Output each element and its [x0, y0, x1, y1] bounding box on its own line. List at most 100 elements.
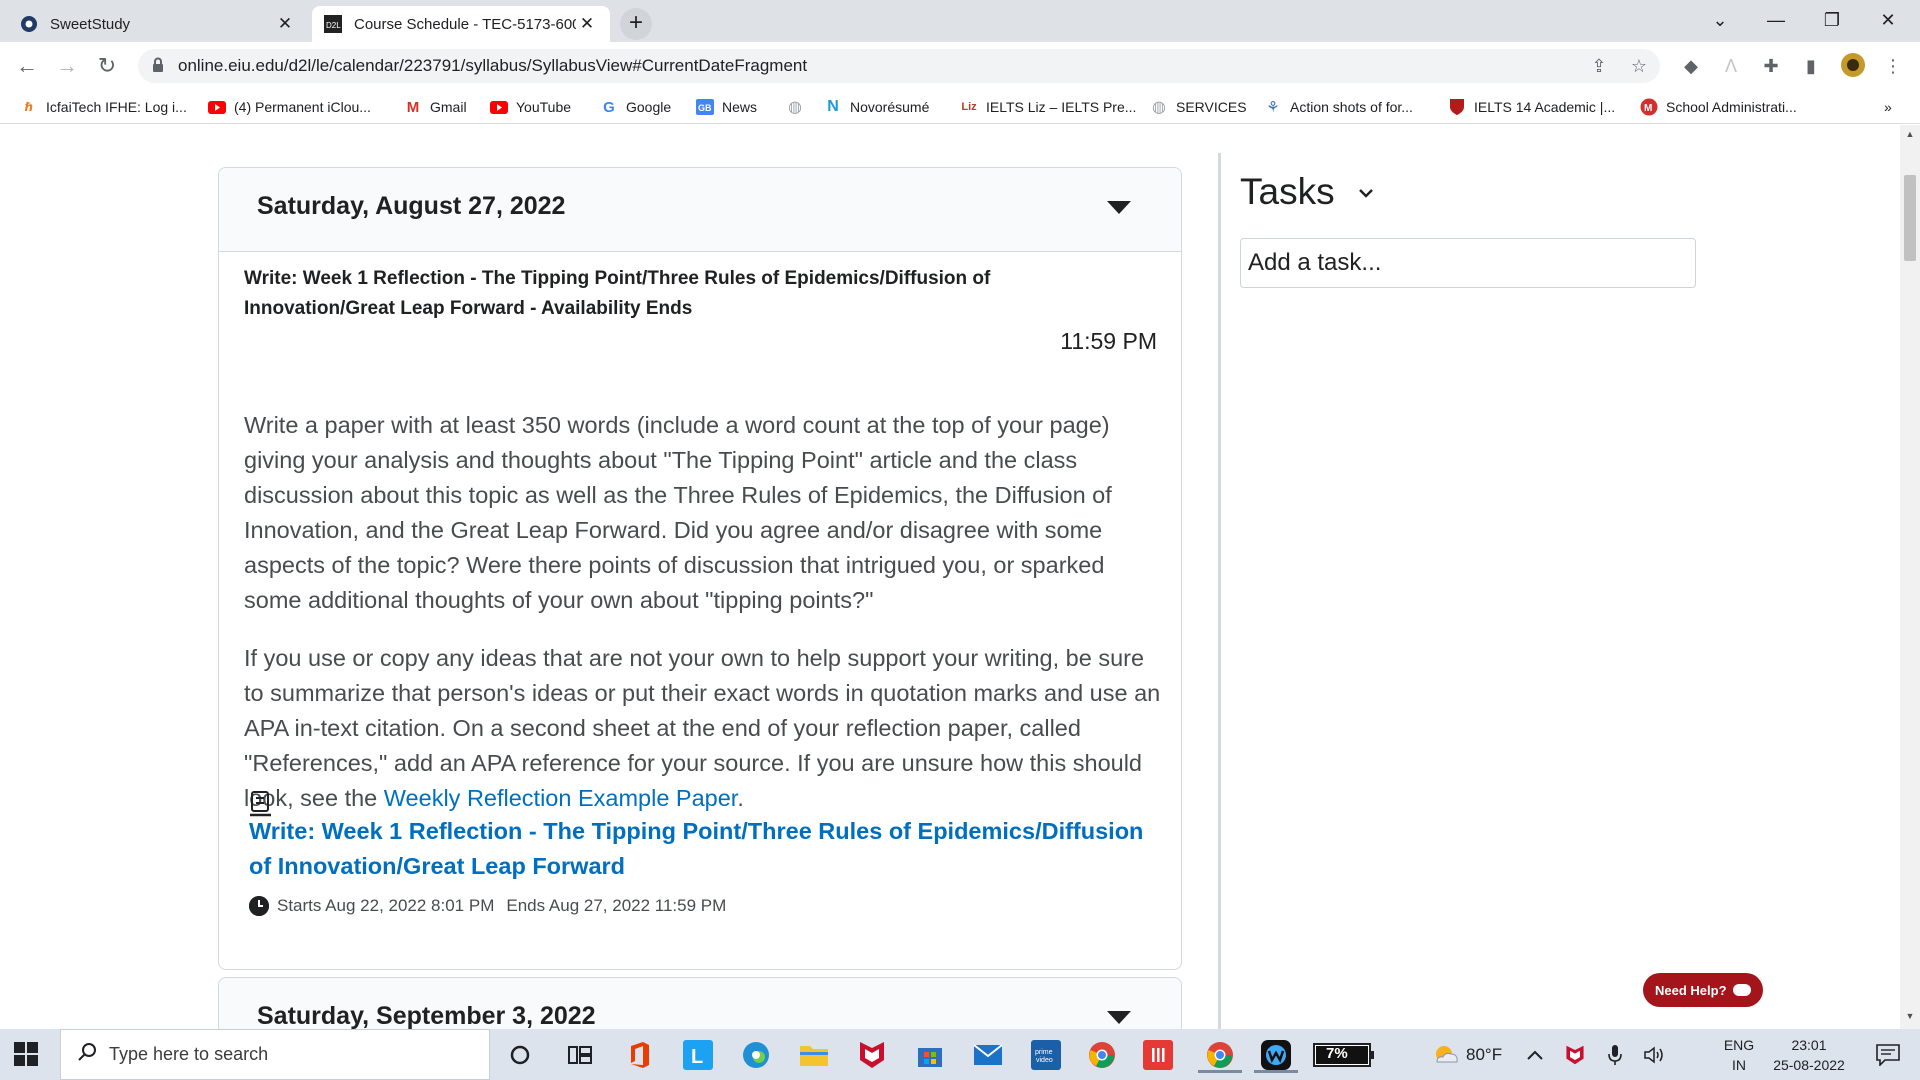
- scroll-thumb[interactable]: [1904, 175, 1916, 261]
- close-icon[interactable]: ✕: [274, 14, 296, 34]
- chevron-down-icon[interactable]: [1358, 185, 1374, 201]
- temperature[interactable]: 80°F: [1466, 1045, 1502, 1065]
- cortana-icon[interactable]: [502, 1037, 538, 1073]
- file-explorer-icon[interactable]: [796, 1037, 832, 1073]
- close-window-icon[interactable]: ✕: [1860, 0, 1916, 42]
- mcafee-icon[interactable]: [854, 1037, 890, 1073]
- edge-icon[interactable]: [738, 1037, 774, 1073]
- bookmark-label: News: [722, 99, 758, 115]
- close-icon[interactable]: ✕: [576, 14, 598, 34]
- example-paper-link[interactable]: Weekly Reflection Example Paper: [384, 785, 738, 811]
- calendar-day-card[interactable]: Saturday, September 3, 2022: [218, 977, 1182, 1029]
- webex-icon[interactable]: [1254, 1037, 1298, 1073]
- tab-course-schedule[interactable]: D2L Course Schedule - TEC-5173-600 ✕: [312, 6, 610, 42]
- add-task-input[interactable]: [1240, 238, 1696, 288]
- bookmark-label: IcfaiTech IFHE: Log i...: [46, 99, 187, 115]
- mail-icon[interactable]: [970, 1037, 1006, 1073]
- event-instructions: If you use or copy any ideas that are no…: [244, 641, 1164, 816]
- scroll-down-icon[interactable]: ▼: [1904, 1011, 1916, 1025]
- bookmark-news[interactable]: GB News: [696, 96, 757, 118]
- windows-start-icon[interactable]: [14, 1042, 38, 1066]
- prime-video-icon[interactable]: prime video: [1028, 1037, 1064, 1073]
- puzzle-icon[interactable]: ✚: [1760, 56, 1782, 78]
- bookmark-label: YouTube: [516, 99, 572, 115]
- address-bar[interactable]: online.eiu.edu/d2l/le/calendar/223791/sy…: [138, 49, 1660, 83]
- bookmark-label: School Administrati...: [1666, 99, 1797, 115]
- bookmark-label: (4) Permanent iClou...: [234, 99, 371, 115]
- notification-center-icon[interactable]: [1868, 1037, 1908, 1073]
- lock-icon[interactable]: [152, 57, 164, 78]
- tray-expand-icon[interactable]: [1520, 1037, 1550, 1073]
- taskbar-search-input[interactable]: Type here to search: [60, 1029, 490, 1080]
- bookmark-gmail[interactable]: M Gmail: [404, 96, 467, 118]
- side-panel-icon[interactable]: ▮: [1800, 56, 1822, 78]
- bookmark-novoresume[interactable]: N Novorésumé: [824, 96, 929, 118]
- extension-a-icon[interactable]: Λ: [1720, 56, 1742, 78]
- page-scrollbar[interactable]: ▲ ▼: [1900, 125, 1920, 1029]
- menu-kebab-icon[interactable]: ⋮: [1882, 56, 1904, 78]
- bookmark-label: Google: [626, 99, 672, 115]
- battery-indicator[interactable]: 7%: [1310, 1037, 1386, 1073]
- start-date: Starts Aug 22, 2022 8:01 PM: [277, 896, 495, 915]
- mcafee-tray-icon[interactable]: [1560, 1037, 1590, 1073]
- youtube-icon: [490, 98, 508, 116]
- availability-dates: Starts Aug 22, 2022 8:01 PM Ends Aug 27,…: [249, 896, 726, 916]
- bookmark-ielts-liz[interactable]: Liz IELTS Liz – IELTS Pre...: [960, 96, 1136, 118]
- weather-icon[interactable]: [1424, 1037, 1468, 1073]
- new-tab-button[interactable]: +: [620, 8, 652, 40]
- back-icon[interactable]: ←: [12, 52, 42, 82]
- d2l-icon: D2L: [324, 15, 342, 33]
- bookmark-ielts-14[interactable]: IELTS 14 Academic |...: [1448, 96, 1615, 118]
- bookmark-youtube[interactable]: YouTube: [490, 96, 571, 118]
- action-shots-icon: ⚘: [1266, 99, 1280, 116]
- microsoft-store-icon[interactable]: [912, 1037, 948, 1073]
- battery-percent: 7%: [1326, 1045, 1348, 1062]
- bookmark-google[interactable]: G Google: [600, 96, 671, 118]
- bookmarks-overflow-icon[interactable]: »: [1884, 96, 1892, 118]
- reload-icon[interactable]: ↻: [92, 52, 122, 82]
- extension-icon[interactable]: ◆: [1680, 56, 1702, 78]
- bookmark-label: IELTS Liz – IELTS Pre...: [986, 99, 1137, 115]
- clock-time[interactable]: 23:01: [1766, 1037, 1852, 1053]
- restore-icon[interactable]: ❐: [1804, 0, 1860, 42]
- day-date-heading: Saturday, September 3, 2022: [257, 1002, 596, 1029]
- office-icon[interactable]: [622, 1037, 658, 1073]
- chrome-icon[interactable]: [1084, 1037, 1120, 1073]
- share-icon[interactable]: ⇪: [1588, 56, 1610, 78]
- bookmark-icloud[interactable]: (4) Permanent iClou...: [208, 96, 371, 118]
- collapse-caret-icon[interactable]: [1107, 201, 1131, 214]
- language-bottom[interactable]: IN: [1722, 1057, 1756, 1073]
- forward-icon[interactable]: →: [52, 52, 82, 82]
- bookmark-icfaitech[interactable]: ℏ IcfaiTech IFHE: Log i...: [20, 96, 187, 118]
- assignment-link[interactable]: Write: Week 1 Reflection - The Tipping P…: [249, 814, 1149, 884]
- collapse-caret-icon[interactable]: [1107, 1011, 1131, 1024]
- globe-icon: ◍: [1152, 99, 1166, 116]
- need-help-button[interactable]: Need Help?: [1643, 973, 1763, 1007]
- task-view-icon[interactable]: [562, 1037, 598, 1073]
- svg-text:prime: prime: [1035, 1049, 1053, 1056]
- url-text: online.eiu.edu/d2l/le/calendar/223791/sy…: [178, 56, 808, 75]
- scroll-up-icon[interactable]: ▲: [1904, 129, 1916, 143]
- chrome-active-icon[interactable]: [1198, 1037, 1242, 1073]
- bookmark-school-admin[interactable]: M School Administrati...: [1640, 96, 1797, 118]
- microphone-icon[interactable]: [1600, 1037, 1630, 1073]
- bookmark-star-icon[interactable]: ☆: [1628, 56, 1650, 78]
- red-app-icon[interactable]: [1140, 1037, 1176, 1073]
- tab-sweetstudy[interactable]: SweetStudy ✕: [8, 6, 308, 42]
- clock-date[interactable]: 25-08-2022: [1766, 1057, 1852, 1073]
- bookmark-label: SERVICES: [1176, 99, 1247, 115]
- bookmark-action-shots[interactable]: ⚘ Action shots of for...: [1264, 96, 1413, 118]
- event-title: Write: Week 1 Reflection - The Tipping P…: [244, 268, 991, 319]
- bookmark-globe[interactable]: ◍: [786, 96, 812, 118]
- tab-search-chevron-icon[interactable]: ⌄: [1692, 0, 1748, 42]
- avatar[interactable]: [1840, 52, 1865, 77]
- l-app-icon[interactable]: L: [680, 1037, 716, 1073]
- gmail-icon: M: [406, 98, 420, 116]
- calendar-day-header[interactable]: Saturday, August 27, 2022: [219, 168, 1181, 252]
- novoresume-icon: N: [827, 98, 839, 115]
- bookmark-services[interactable]: ◍ SERVICES: [1150, 96, 1247, 118]
- language-top[interactable]: ENG: [1722, 1037, 1756, 1053]
- svg-text:GB: GB: [698, 103, 712, 113]
- minimize-icon[interactable]: —: [1748, 0, 1804, 42]
- volume-icon[interactable]: [1640, 1037, 1670, 1073]
